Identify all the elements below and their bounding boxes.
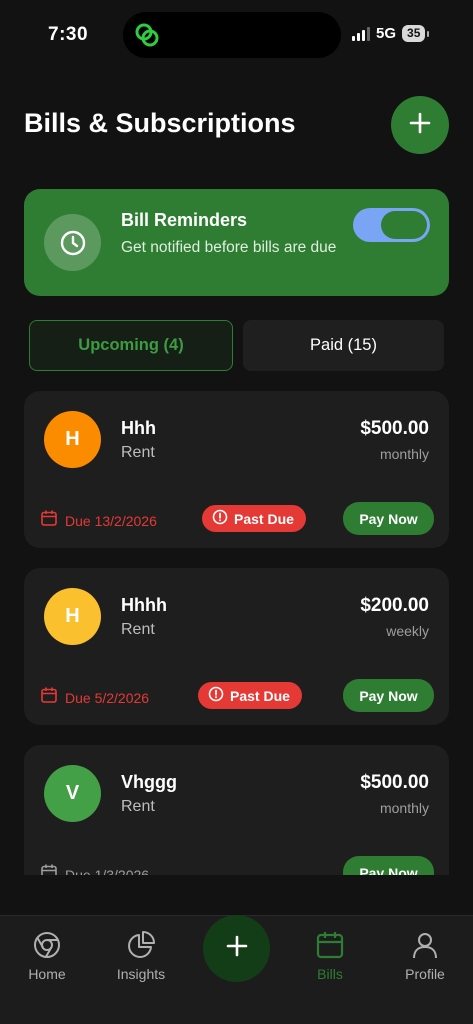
clock-icon [44,214,101,271]
nav-profile[interactable]: Profile [385,930,465,982]
bill-frequency: monthly [379,800,429,816]
reminders-subtitle: Get notified before bills are due [121,239,337,256]
bill-name: Hhhh [121,595,167,615]
reminders-title: Bill Reminders [121,210,248,230]
due-date-text: Due 1/3/2026 [65,866,150,876]
bill-avatar: H [44,588,101,645]
past-due-badge: Past Due [198,682,302,709]
tab-paid[interactable]: Paid (15) [243,320,444,371]
due-date-text: Due 13/2/2026 [65,512,157,529]
battery-tip [427,30,430,37]
network-label: 5G [376,25,397,42]
due-date: Due 13/2/2026 [40,509,157,532]
nav-home-label: Home [28,966,66,982]
due-date: Due 5/2/2026 [40,686,149,709]
signal-icon [352,26,370,41]
bill-amount: $500.00 [360,418,429,439]
bill-card[interactable]: H Hhhh Rent $200.00 weekly Due 5/2/2026 … [24,568,449,725]
calendar-icon [40,509,58,532]
toggle-knob [381,211,427,239]
nav-insights[interactable]: Insights [101,930,181,982]
home-icon [32,930,62,963]
bill-category: Rent [121,798,155,815]
tab-upcoming[interactable]: Upcoming (4) [29,320,233,371]
bill-name: Vhggg [121,772,177,792]
nav-home[interactable]: Home [7,930,87,982]
bill-amount: $200.00 [360,595,429,616]
bill-name: Hhh [121,418,156,438]
nav-insights-label: Insights [116,966,166,982]
bill-avatar: V [44,765,101,822]
status-indicators: 5G 35 [352,25,430,42]
calendar-icon [40,863,58,875]
calendar-icon [40,686,58,709]
past-due-label: Past Due [230,687,290,704]
pie-chart-icon [126,930,156,963]
bill-frequency: weekly [386,623,429,639]
app-link-icon [133,21,161,54]
past-due-label: Past Due [234,510,294,527]
alert-icon [208,686,224,705]
nav-bills-label: Bills [317,966,343,982]
plus-icon [226,935,248,962]
reminders-toggle[interactable] [353,208,430,242]
pay-now-button[interactable]: Pay Now [343,679,434,712]
status-bar: 7:30 5G 35 [0,0,473,70]
nav-profile-label: Profile [405,966,445,982]
bill-amount: $500.00 [360,772,429,793]
add-bill-button[interactable] [391,96,449,154]
bill-card[interactable]: V Vhggg Rent $500.00 monthly Due 1/3/202… [24,745,449,875]
plus-icon [409,112,431,139]
bill-avatar: H [44,411,101,468]
alert-icon [212,509,228,528]
due-date-text: Due 5/2/2026 [65,689,150,706]
bill-reminders-card: Bill Reminders Get notified before bills… [24,189,449,296]
bills-list[interactable]: H Hhh Rent $500.00 monthly Due 13/2/2026… [0,390,473,875]
due-date: Due 1/3/2026 [40,863,149,875]
nav-bills[interactable]: Bills [290,930,370,982]
past-due-badge: Past Due [202,505,306,532]
page-title: Bills & Subscriptions [24,108,296,138]
pay-now-button[interactable]: Pay Now [343,502,434,535]
pay-now-button[interactable]: Pay Now [343,856,434,875]
status-time: 7:30 [48,24,89,45]
bottom-nav: Home Insights Bills Profile [0,915,473,1024]
dynamic-island [123,12,341,58]
calendar-icon [315,930,345,963]
bill-frequency: monthly [379,446,429,462]
bill-category: Rent [121,621,155,638]
bill-card[interactable]: H Hhh Rent $500.00 monthly Due 13/2/2026… [24,391,449,548]
battery-icon: 35 [402,25,426,42]
user-icon [410,930,440,963]
nav-add-button[interactable] [203,915,270,982]
bill-category: Rent [121,444,155,461]
